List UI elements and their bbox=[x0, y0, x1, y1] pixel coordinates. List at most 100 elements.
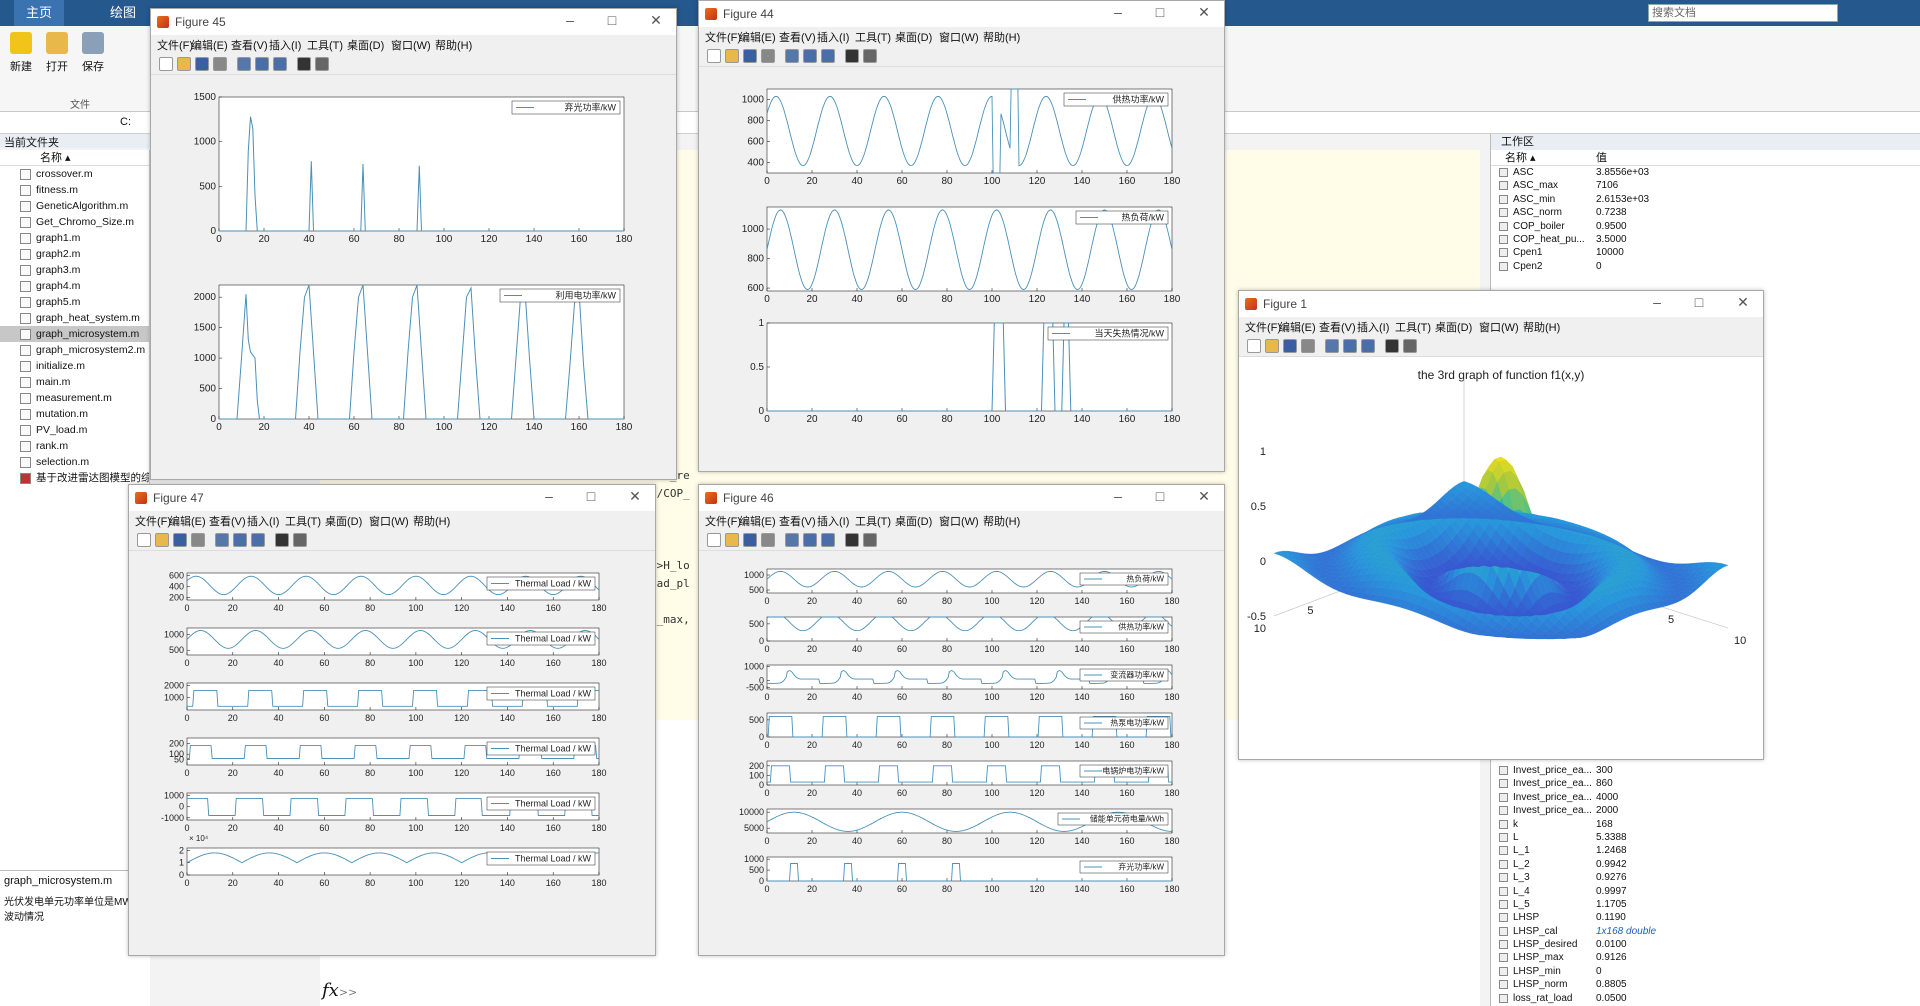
colorbar-icon[interactable] bbox=[255, 57, 269, 71]
figure-menu-item[interactable]: 插入(I) bbox=[1357, 319, 1389, 335]
figure-menu-item[interactable]: 窗口(W) bbox=[391, 37, 431, 53]
open-icon[interactable] bbox=[155, 533, 169, 547]
figure-1-window[interactable]: Figure 1– □ ✕ 文件(F) 编辑(E) 查看(V) 插入(I) 工具(T) 桌面(… bbox=[1238, 290, 1764, 760]
open-icon[interactable] bbox=[177, 57, 191, 71]
tab-home[interactable]: 主页 bbox=[14, 0, 65, 26]
file-item[interactable]: rank.m bbox=[0, 438, 149, 454]
pointer-icon[interactable] bbox=[845, 49, 859, 63]
figure-menu-item[interactable]: 帮助(H) bbox=[435, 37, 472, 53]
figure-47-window[interactable]: Figure 47– □ ✕ 文件(F) 编辑(E) 查看(V) 插入(I) 工具(T) 桌面… bbox=[128, 484, 656, 956]
figure-menu-item[interactable]: 编辑(E) bbox=[739, 29, 776, 45]
workspace-variable-row[interactable]: Invest_price_ea... 860 bbox=[1491, 777, 1920, 790]
maximize-icon[interactable]: □ bbox=[602, 12, 622, 28]
file-item[interactable]: 基于改进雷达图模型的综合能源系统规划设计.pdf bbox=[0, 470, 149, 486]
workspace-variable-row[interactable]: L_1 1.2468 bbox=[1491, 844, 1920, 857]
new-icon[interactable] bbox=[1247, 339, 1261, 353]
minimize-icon[interactable]: – bbox=[560, 12, 580, 28]
workspace-variable-row[interactable]: loss_rat_load 0.0500 bbox=[1491, 992, 1920, 1005]
file-item[interactable]: initialize.m bbox=[0, 358, 149, 374]
close-icon[interactable]: ✕ bbox=[625, 488, 645, 505]
workspace-variable-row[interactable]: Invest_price_ea... 2000 bbox=[1491, 804, 1920, 817]
minimize-icon[interactable]: – bbox=[1108, 488, 1128, 504]
property-icon[interactable] bbox=[1403, 339, 1417, 353]
figure-menu-item[interactable]: 窗口(W) bbox=[939, 29, 979, 45]
figure-menu-item[interactable]: 文件(F) bbox=[705, 29, 741, 45]
property-icon[interactable] bbox=[863, 49, 877, 63]
file-item[interactable]: GeneticAlgorithm.m bbox=[0, 198, 149, 214]
close-icon[interactable]: ✕ bbox=[646, 12, 666, 29]
figure-menu-item[interactable]: 插入(I) bbox=[817, 29, 849, 45]
workspace-value-column[interactable]: 值 bbox=[1596, 150, 1607, 166]
file-item[interactable]: graph_microsystem2.m bbox=[0, 342, 149, 358]
file-item[interactable]: graph_heat_system.m bbox=[0, 310, 149, 326]
figure-menu-item[interactable]: 查看(V) bbox=[779, 513, 816, 529]
pointer-icon[interactable] bbox=[1385, 339, 1399, 353]
figure-menu-item[interactable]: 编辑(E) bbox=[739, 513, 776, 529]
figure-menu-item[interactable]: 文件(F) bbox=[1245, 319, 1281, 335]
workspace-variable-row[interactable]: Cpen1 10000 bbox=[1491, 246, 1920, 259]
colorbar-icon[interactable] bbox=[803, 49, 817, 63]
workspace-variable-row[interactable]: Invest_price_ea... 300 bbox=[1491, 764, 1920, 777]
figure-menu-item[interactable]: 桌面(D) bbox=[1435, 319, 1472, 335]
figure-title-bar[interactable]: Figure 1– □ ✕ bbox=[1239, 291, 1763, 317]
figure-menu-item[interactable]: 编辑(E) bbox=[1279, 319, 1316, 335]
print-icon[interactable] bbox=[761, 533, 775, 547]
figure-menu-item[interactable]: 桌面(D) bbox=[325, 513, 362, 529]
legend-icon[interactable] bbox=[251, 533, 265, 547]
legend-icon[interactable] bbox=[821, 49, 835, 63]
maximize-icon[interactable]: □ bbox=[581, 488, 601, 504]
workspace-variable-row[interactable]: Cpen2 0 bbox=[1491, 260, 1920, 273]
save-icon[interactable] bbox=[743, 533, 757, 547]
new-icon[interactable] bbox=[707, 533, 721, 547]
figure-menu-item[interactable]: 编辑(E) bbox=[191, 37, 228, 53]
link-icon[interactable] bbox=[1325, 339, 1339, 353]
figure-menu-item[interactable]: 工具(T) bbox=[1395, 319, 1431, 335]
figure-title-bar[interactable]: Figure 46– □ ✕ bbox=[699, 485, 1224, 511]
figure-menu-item[interactable]: 文件(F) bbox=[135, 513, 171, 529]
figure-menu-item[interactable]: 文件(F) bbox=[157, 37, 193, 53]
print-icon[interactable] bbox=[191, 533, 205, 547]
figure-menu-item[interactable]: 窗口(W) bbox=[939, 513, 979, 529]
file-item[interactable]: graph5.m bbox=[0, 294, 149, 310]
new-icon[interactable] bbox=[137, 533, 151, 547]
workspace-variable-row[interactable]: LHSP 0.1190 bbox=[1491, 911, 1920, 924]
colorbar-icon[interactable] bbox=[233, 533, 247, 547]
workspace-name-column[interactable]: 名称 ▴ bbox=[1505, 150, 1536, 166]
figure-menu-item[interactable]: 帮助(H) bbox=[1523, 319, 1560, 335]
pointer-icon[interactable] bbox=[297, 57, 311, 71]
doc-search-input[interactable]: 搜索文档 bbox=[1648, 4, 1838, 22]
save-button[interactable]: 保存 bbox=[78, 32, 108, 74]
file-item[interactable]: measurement.m bbox=[0, 390, 149, 406]
file-item[interactable]: main.m bbox=[0, 374, 149, 390]
figure-menu-item[interactable]: 查看(V) bbox=[231, 37, 268, 53]
file-item[interactable]: PV_load.m bbox=[0, 422, 149, 438]
link-icon[interactable] bbox=[215, 533, 229, 547]
minimize-icon[interactable]: – bbox=[1647, 294, 1667, 310]
close-icon[interactable]: ✕ bbox=[1733, 294, 1753, 311]
workspace-variable-row[interactable]: ASC_norm 0.7238 bbox=[1491, 206, 1920, 219]
workspace-variable-row[interactable]: L_3 0.9276 bbox=[1491, 871, 1920, 884]
workspace-variable-row[interactable]: ASC_min 2.6153e+03 bbox=[1491, 193, 1920, 206]
maximize-icon[interactable]: □ bbox=[1150, 488, 1170, 504]
maximize-icon[interactable]: □ bbox=[1689, 294, 1709, 310]
file-item[interactable]: graph1.m bbox=[0, 230, 149, 246]
figure-menu-item[interactable]: 插入(I) bbox=[247, 513, 279, 529]
file-name-column-header[interactable]: 名称 ▴ bbox=[0, 150, 149, 166]
workspace-variable-row[interactable]: Invest_price_ea... 4000 bbox=[1491, 791, 1920, 804]
file-item[interactable]: fitness.m bbox=[0, 182, 149, 198]
figure-menu-item[interactable]: 桌面(D) bbox=[895, 29, 932, 45]
link-icon[interactable] bbox=[785, 533, 799, 547]
print-icon[interactable] bbox=[761, 49, 775, 63]
figure-menu-item[interactable]: 文件(F) bbox=[705, 513, 741, 529]
figure-menu-item[interactable]: 帮助(H) bbox=[413, 513, 450, 529]
workspace-variable-row[interactable]: COP_boiler 0.9500 bbox=[1491, 220, 1920, 233]
link-icon[interactable] bbox=[785, 49, 799, 63]
figure-title-bar[interactable]: Figure 44– □ ✕ bbox=[699, 1, 1224, 27]
close-icon[interactable]: ✕ bbox=[1194, 488, 1214, 505]
save-icon[interactable] bbox=[195, 57, 209, 71]
minimize-icon[interactable]: – bbox=[1108, 4, 1128, 20]
open-icon[interactable] bbox=[1265, 339, 1279, 353]
property-icon[interactable] bbox=[293, 533, 307, 547]
minimize-icon[interactable]: – bbox=[539, 488, 559, 504]
figure-menu-item[interactable]: 插入(I) bbox=[269, 37, 301, 53]
